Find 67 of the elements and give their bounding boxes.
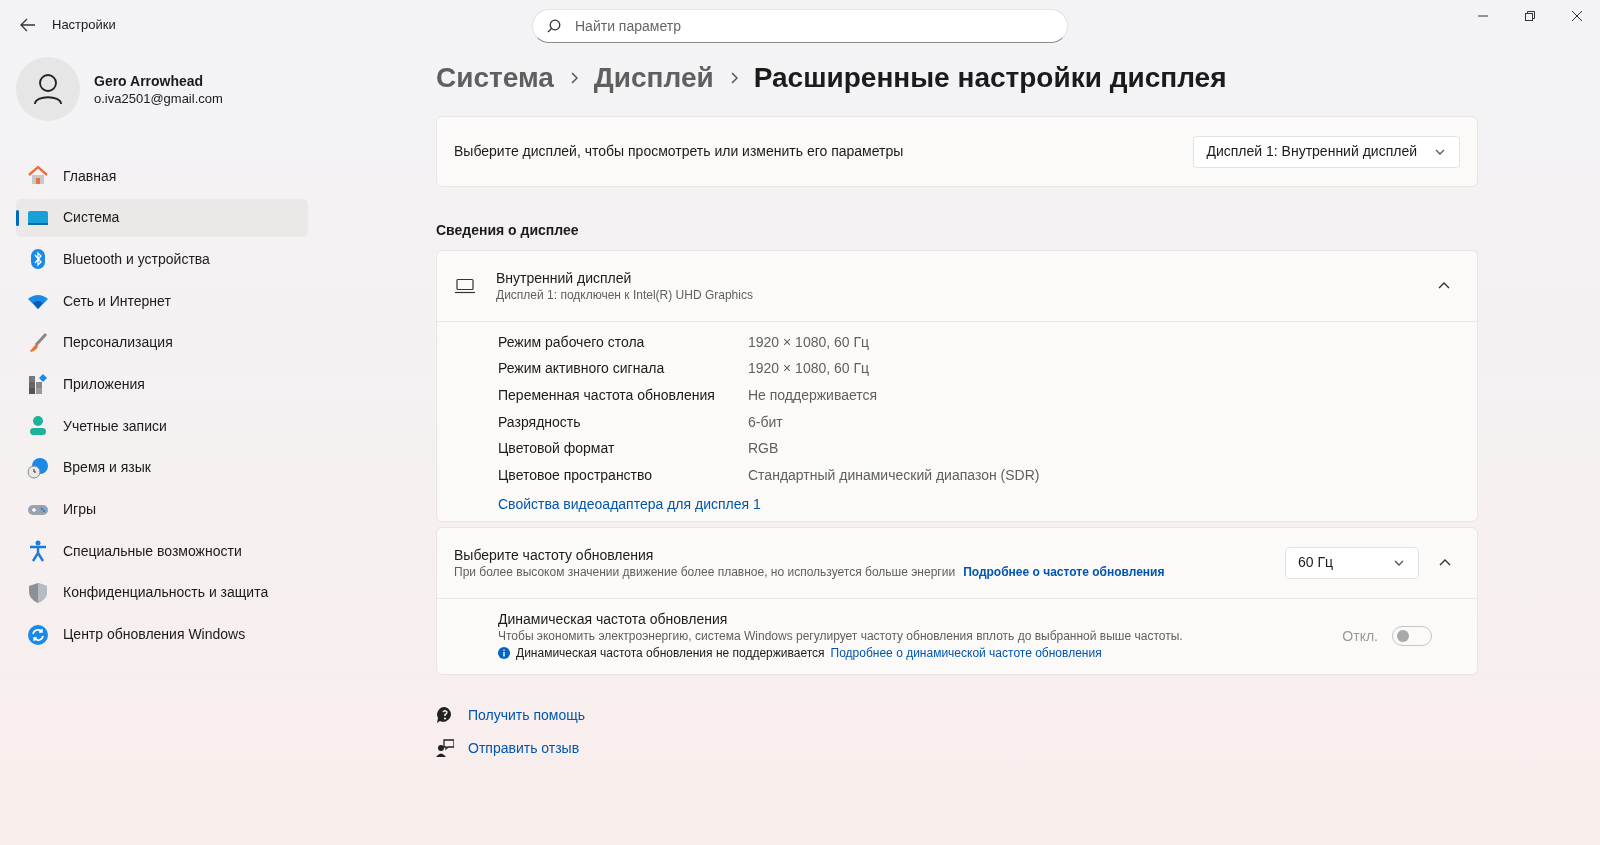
paintbrush-icon: [27, 331, 49, 354]
sync-icon: [27, 623, 49, 646]
nav-item[interactable]: Время и язык: [16, 448, 308, 487]
laptop-icon: [454, 278, 476, 294]
card-title: Внутренний дисплей: [496, 269, 633, 287]
back-arrow-icon: [20, 18, 36, 32]
setting-title: Динамическая частота обновления: [498, 610, 729, 629]
page-title: Расширенные настройки дисплея: [753, 61, 1227, 95]
person-icon: [33, 73, 63, 105]
info-icon: [498, 647, 510, 660]
card-title: Выберите частоту обновления: [454, 545, 655, 564]
card-label: Выберите дисплей, чтобы просмотреть или изменить его параметры: [454, 142, 904, 161]
section-heading: Сведения о дисплее: [436, 221, 580, 240]
apps-icon: [27, 373, 49, 396]
chevron-right-icon: [569, 72, 578, 84]
nav-item[interactable]: Конфиденциальность и защита: [16, 573, 308, 612]
refresh-rate-dropdown[interactable]: 60 Гц: [1285, 546, 1419, 579]
help-link[interactable]: Получить помощь: [468, 704, 585, 726]
home-icon: [27, 165, 49, 187]
info-value: 6-бит: [748, 412, 783, 432]
info-value: RGB: [748, 439, 779, 459]
info-value: Не поддерживается: [748, 386, 878, 405]
globe-clock-icon: [27, 456, 49, 479]
shield-icon: [27, 581, 49, 604]
nav-item[interactable]: Центр обновления Windows: [16, 615, 308, 654]
chevron-right-icon: [729, 72, 738, 84]
profile-email: o.iva2501@gmail.com: [94, 89, 223, 107]
breadcrumb-link[interactable]: Дисплей: [593, 57, 714, 99]
nav-item[interactable]: Приложения: [16, 365, 308, 404]
restore-icon: [1523, 10, 1536, 22]
info-value: Стандартный динамический диапазон (SDR): [748, 465, 1040, 485]
nav-item[interactable]: Специальные возможности: [16, 532, 308, 571]
info-value: 1920 × 1080, 60 Гц: [748, 359, 870, 379]
info-value: 1920 × 1080, 60 Гц: [748, 332, 870, 352]
help-icon: [436, 706, 454, 725]
display-dropdown[interactable]: Дисплей 1: Внутренний дисплей: [1193, 135, 1460, 168]
adapter-properties-link[interactable]: Свойства видеоадаптера для дисплея 1: [498, 493, 761, 515]
accessibility-icon: [27, 540, 49, 563]
nav-item[interactable]: Учетные записи: [16, 407, 308, 446]
notice-text: Динамическая частота обновления не поддерживается: [516, 645, 825, 663]
selection-indicator: [16, 209, 19, 226]
info-label: Разрядность: [498, 412, 582, 432]
nav-item[interactable]: Сеть и Интернет: [16, 282, 308, 321]
feedback-icon: [436, 739, 454, 758]
nav-item[interactable]: Bluetooth и устройства: [16, 240, 308, 279]
info-label: Переменная частота обновления: [498, 386, 716, 405]
card-description: При более высоком значении движение более плавное, но используется больше энергии: [454, 563, 956, 580]
search-icon: [547, 19, 561, 33]
help-link[interactable]: Отправить отзыв: [468, 737, 580, 759]
nav-item[interactable]: Игры: [16, 490, 308, 529]
profile-name: Gero Arrowhead: [94, 71, 205, 90]
learn-more-link[interactable]: Подробнее о частоте обновления: [963, 563, 1165, 580]
info-label: Цветовое пространство: [498, 465, 654, 485]
info-label: Режим активного сигнала: [498, 359, 666, 379]
window-title: Настройки: [52, 16, 116, 35]
info-label: Цветовой формат: [498, 439, 616, 459]
setting-description: Чтобы экономить электроэнергию, система Windows регулирует частоту обновления вплоть до выбранной выше частоты.: [498, 628, 1184, 645]
card-subtitle: Дисплей 1: подключен к Intel(R) UHD Graphics: [496, 287, 754, 303]
search-field[interactable]: Найти параметр: [532, 9, 1068, 43]
breadcrumb-link[interactable]: Система: [436, 57, 554, 99]
nav-item[interactable]: Система: [16, 198, 308, 237]
person-icon: [27, 415, 49, 438]
nav-item[interactable]: Персонализация: [16, 323, 308, 362]
info-label: Режим рабочего стола: [498, 332, 646, 352]
toggle-state: Откл.: [1342, 626, 1378, 646]
nav-item[interactable]: Главная: [16, 157, 308, 195]
close-icon: [1570, 10, 1583, 22]
